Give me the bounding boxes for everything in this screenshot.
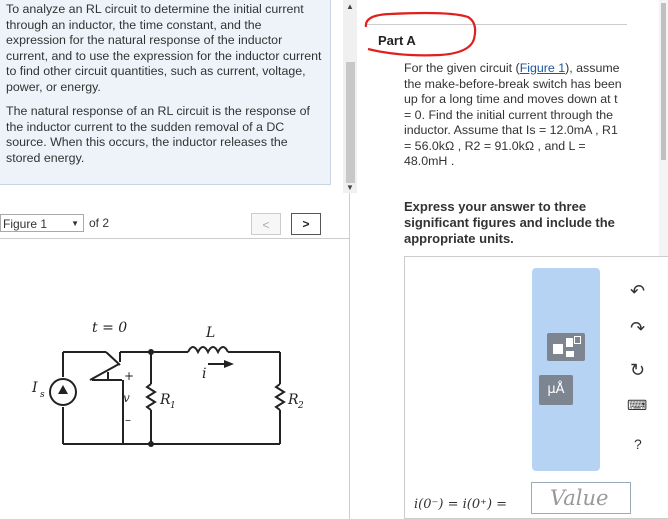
part-a-title[interactable]: Part A — [378, 33, 416, 48]
redo-icon[interactable]: ↷ — [630, 318, 645, 339]
node-dot — [148, 349, 154, 355]
intro-scrollbar[interactable]: ▲ ▼ — [343, 0, 357, 193]
prev-figure-button[interactable]: < — [251, 213, 281, 235]
r2-subscript: 2 — [297, 401, 304, 411]
question-intro: For the given circuit ( — [404, 61, 520, 75]
units-icon[interactable]: μÅ — [539, 375, 573, 405]
help-icon[interactable]: ? — [634, 436, 642, 452]
source-label: I — [31, 380, 38, 396]
figure-count: of 2 — [89, 216, 110, 230]
question-text: For the given circuit (Figure 1), assume… — [404, 61, 626, 170]
figure-link[interactable]: Figure 1 — [520, 61, 565, 75]
circuit-diagram: t = 0 L i I s v + – R 1 R 2 — [31, 320, 304, 447]
plus-sign: + — [124, 369, 134, 383]
page-scrollbar-thumb[interactable] — [661, 3, 666, 160]
undo-icon[interactable]: ↶ — [630, 281, 645, 302]
math-toolbar — [532, 268, 600, 471]
node-dot — [148, 441, 154, 447]
answer-equation: i(0⁻) = i(0⁺) = — [414, 497, 508, 512]
page-scrollbar[interactable] — [659, 0, 668, 256]
figure-select-value: Figure 1 — [3, 217, 48, 231]
scroll-up-icon[interactable]: ▲ — [346, 2, 354, 11]
question-body: ), assume the make-before-break switch h… — [404, 61, 622, 168]
figure-select[interactable]: Figure 1 ▼ — [0, 214, 84, 232]
reset-icon[interactable]: ↻ — [630, 360, 645, 381]
inductor-label: L — [205, 325, 215, 341]
value-input[interactable]: Value — [531, 482, 631, 514]
source-arrow-icon — [58, 385, 68, 394]
switch-label: t = 0 — [92, 320, 127, 336]
intro-paragraph-1: To analyze an RL circuit to determine th… — [6, 2, 322, 94]
voltage-label: v — [123, 391, 130, 405]
current-label: i — [202, 366, 206, 382]
scrollbar-thumb[interactable] — [346, 62, 355, 183]
intro-panel: To analyze an RL circuit to determine th… — [0, 0, 331, 185]
scroll-down-icon[interactable]: ▼ — [346, 183, 354, 192]
panel-divider — [349, 193, 350, 519]
next-figure-button[interactable]: > — [291, 213, 321, 235]
minus-sign: – — [125, 413, 131, 427]
source-subscript: s — [40, 390, 45, 400]
answer-instructions: Express your answer to three significant… — [404, 199, 615, 246]
intro-paragraph-2: The natural response of an RL circuit is… — [6, 104, 310, 165]
r1-subscript: 1 — [170, 401, 176, 411]
templates-icon[interactable] — [547, 333, 585, 361]
keyboard-icon[interactable]: ⌨ — [627, 397, 647, 414]
dropdown-arrow-icon: ▼ — [71, 219, 79, 228]
